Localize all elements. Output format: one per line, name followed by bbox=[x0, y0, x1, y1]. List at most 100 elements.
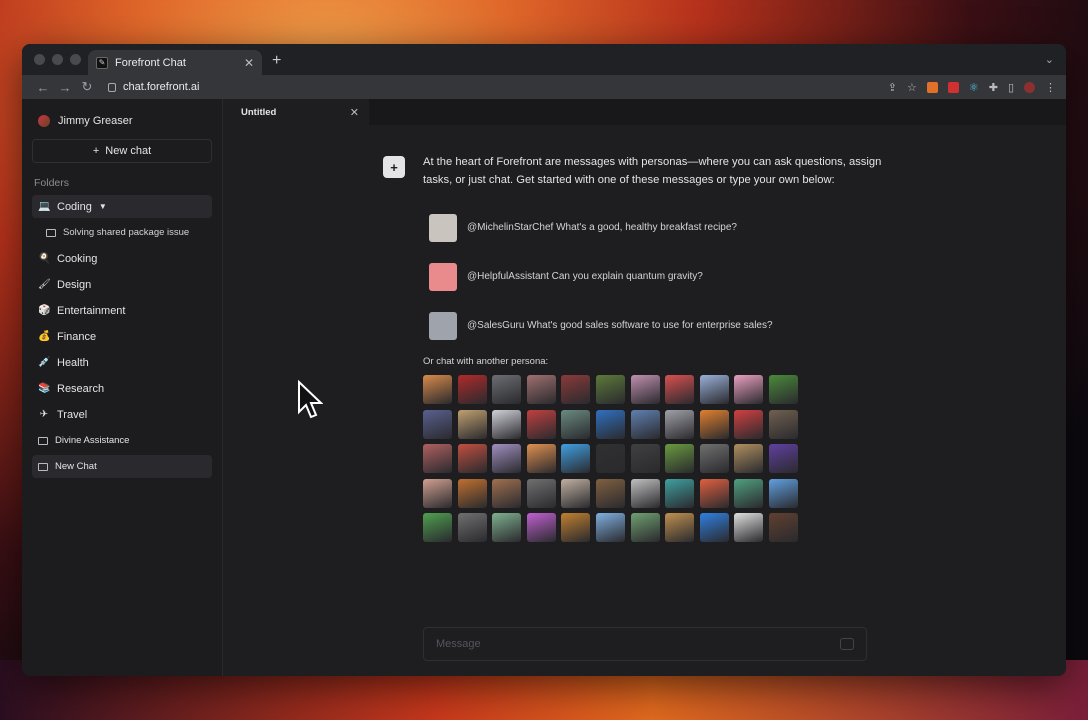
maximize-window-button[interactable] bbox=[70, 54, 81, 65]
puzzle-extensions-icon[interactable]: ✚ bbox=[989, 81, 998, 94]
persona-avatar-button[interactable] bbox=[526, 375, 556, 404]
persona-avatar-button[interactable] bbox=[457, 375, 487, 404]
persona-avatar-button[interactable] bbox=[768, 478, 798, 508]
persona-avatar-button[interactable] bbox=[665, 478, 695, 508]
persona-avatar-button[interactable] bbox=[561, 444, 591, 474]
persona-avatar-button[interactable] bbox=[492, 513, 522, 543]
persona-avatar-button[interactable] bbox=[457, 478, 487, 508]
persona-avatar-button[interactable] bbox=[526, 513, 556, 543]
persona-avatar-button[interactable] bbox=[665, 513, 695, 543]
persona-avatar-button[interactable] bbox=[457, 409, 487, 439]
chat-bubble-icon bbox=[38, 462, 48, 471]
more-vert-icon[interactable]: ⋮ bbox=[1045, 81, 1056, 94]
persona-avatar-button[interactable] bbox=[595, 513, 625, 543]
star-icon[interactable]: ☆ bbox=[907, 81, 917, 94]
chat-bubble-icon bbox=[38, 436, 48, 445]
user-profile[interactable]: Jimmy Greaser bbox=[32, 109, 212, 139]
sidebar-item-research[interactable]: 📚 Research bbox=[32, 377, 212, 400]
sidebar-toggle-icon[interactable]: ▯ bbox=[1008, 81, 1014, 94]
persona-avatar-button[interactable] bbox=[665, 375, 695, 404]
persona-avatar-button[interactable] bbox=[768, 513, 798, 543]
persona-avatar-button[interactable] bbox=[595, 444, 625, 474]
persona-avatar-button[interactable] bbox=[699, 478, 729, 508]
persona-avatar-button[interactable] bbox=[665, 409, 695, 439]
sidebar-item-finance[interactable]: 💰 Finance bbox=[32, 325, 212, 348]
metamask-extension-icon[interactable] bbox=[926, 81, 938, 93]
persona-avatar-button[interactable] bbox=[595, 375, 625, 404]
sidebar-item-divine-assistance[interactable]: Divine Assistance bbox=[32, 429, 212, 452]
forward-arrow-icon[interactable]: → bbox=[54, 80, 76, 95]
persona-avatar-button[interactable] bbox=[561, 478, 591, 508]
persona-avatar-button[interactable] bbox=[423, 409, 452, 439]
send-icon[interactable] bbox=[840, 638, 854, 650]
persona-avatar-button[interactable] bbox=[526, 478, 556, 508]
persona-avatar-button[interactable] bbox=[734, 444, 764, 474]
back-arrow-icon[interactable]: ← bbox=[32, 80, 54, 95]
persona-avatar-button[interactable] bbox=[423, 513, 452, 543]
persona-avatar-button[interactable] bbox=[526, 409, 556, 439]
sidebar-item-travel[interactable]: ✈ Travel bbox=[32, 403, 212, 426]
persona-avatar-button[interactable] bbox=[595, 478, 625, 508]
persona-avatar-button[interactable] bbox=[665, 444, 695, 474]
persona-avatar-button[interactable] bbox=[768, 444, 798, 474]
new-chat-button[interactable]: + New chat bbox=[32, 139, 212, 163]
persona-avatar-button[interactable] bbox=[630, 513, 660, 543]
sidebar-item-solving-shared-package-issue[interactable]: Solving shared package issue bbox=[32, 221, 212, 244]
persona-avatar-button[interactable] bbox=[492, 478, 522, 508]
message-input[interactable] bbox=[436, 638, 840, 650]
persona-avatar-button[interactable] bbox=[630, 375, 660, 404]
close-tab-icon[interactable]: ✕ bbox=[350, 106, 359, 119]
persona-avatar-button[interactable] bbox=[423, 444, 452, 474]
sidebar-item-cooking[interactable]: 🍳 Cooking bbox=[32, 247, 212, 270]
sidebar-item-entertainment[interactable]: 🎲 Entertainment bbox=[32, 299, 212, 322]
suggestion-michelin-star-chef[interactable]: @MichelinStarChef What's a good, healthy… bbox=[423, 203, 883, 252]
browser-tab[interactable]: ✎ Forefront Chat ✕ bbox=[88, 50, 262, 75]
sidebar-item-design[interactable]: 🖌 Design bbox=[32, 273, 212, 296]
persona-avatar-button[interactable] bbox=[630, 478, 660, 508]
sidebar-item-health[interactable]: 💉 Health bbox=[32, 351, 212, 374]
caret-down-icon[interactable]: ▼ bbox=[99, 202, 107, 211]
sidebar-item-new-chat[interactable]: New Chat bbox=[32, 455, 212, 478]
sidebar-item-coding[interactable]: 💻 Coding ▼ bbox=[32, 195, 212, 218]
persona-avatar-button[interactable] bbox=[492, 444, 522, 474]
persona-avatar-button[interactable] bbox=[561, 409, 591, 439]
persona-avatar-button[interactable] bbox=[561, 513, 591, 543]
persona-avatar-button[interactable] bbox=[630, 409, 660, 439]
persona-avatar-button[interactable] bbox=[699, 444, 729, 474]
suggestion-sales-guru[interactable]: @SalesGuru What's good sales software to… bbox=[423, 301, 883, 350]
persona-avatar-button[interactable] bbox=[768, 409, 798, 439]
tab-untitled[interactable]: Untitled ✕ bbox=[223, 99, 369, 125]
persona-avatar-button[interactable] bbox=[630, 444, 660, 474]
persona-avatar-button[interactable] bbox=[423, 375, 452, 404]
share-icon[interactable]: ⇪ bbox=[888, 81, 897, 94]
persona-avatar-button[interactable] bbox=[768, 375, 798, 404]
persona-avatar-button[interactable] bbox=[699, 409, 729, 439]
persona-avatar-button[interactable] bbox=[457, 444, 487, 474]
persona-avatar-button[interactable] bbox=[526, 444, 556, 474]
persona-avatar-button[interactable] bbox=[734, 375, 764, 404]
persona-avatar-button[interactable] bbox=[492, 409, 522, 439]
url-field[interactable]: chat.forefront.ai bbox=[108, 81, 199, 93]
persona-avatar-button[interactable] bbox=[734, 409, 764, 439]
persona-avatar-button[interactable] bbox=[699, 375, 729, 404]
chevron-down-icon[interactable]: ⌄ bbox=[1045, 53, 1054, 66]
close-window-button[interactable] bbox=[34, 54, 45, 65]
minimize-window-button[interactable] bbox=[52, 54, 63, 65]
message-input-box[interactable] bbox=[423, 627, 867, 661]
persona-avatar-button[interactable] bbox=[734, 478, 764, 508]
reload-icon[interactable]: ↻ bbox=[76, 79, 98, 95]
suggestion-helpful-assistant[interactable]: @HelpfulAssistant Can you explain quantu… bbox=[423, 252, 883, 301]
persona-avatar-button[interactable] bbox=[423, 478, 452, 508]
persona-avatar-button[interactable] bbox=[595, 409, 625, 439]
persona-avatar-button[interactable] bbox=[457, 513, 487, 543]
persona-avatar-button[interactable] bbox=[734, 513, 764, 543]
close-tab-icon[interactable]: ✕ bbox=[244, 56, 254, 70]
persona-avatar-button[interactable] bbox=[699, 513, 729, 543]
browser-window: ✎ Forefront Chat ✕ + ⌄ ← → ↻ chat.forefr… bbox=[22, 44, 1066, 676]
extension-red-icon[interactable] bbox=[947, 81, 959, 93]
new-tab-plus-icon[interactable]: + bbox=[272, 52, 281, 70]
persona-avatar-button[interactable] bbox=[492, 375, 522, 404]
persona-avatar-button[interactable] bbox=[561, 375, 591, 404]
profile-avatar[interactable] bbox=[1024, 81, 1035, 93]
react-devtools-icon[interactable]: ⚛ bbox=[969, 81, 979, 94]
